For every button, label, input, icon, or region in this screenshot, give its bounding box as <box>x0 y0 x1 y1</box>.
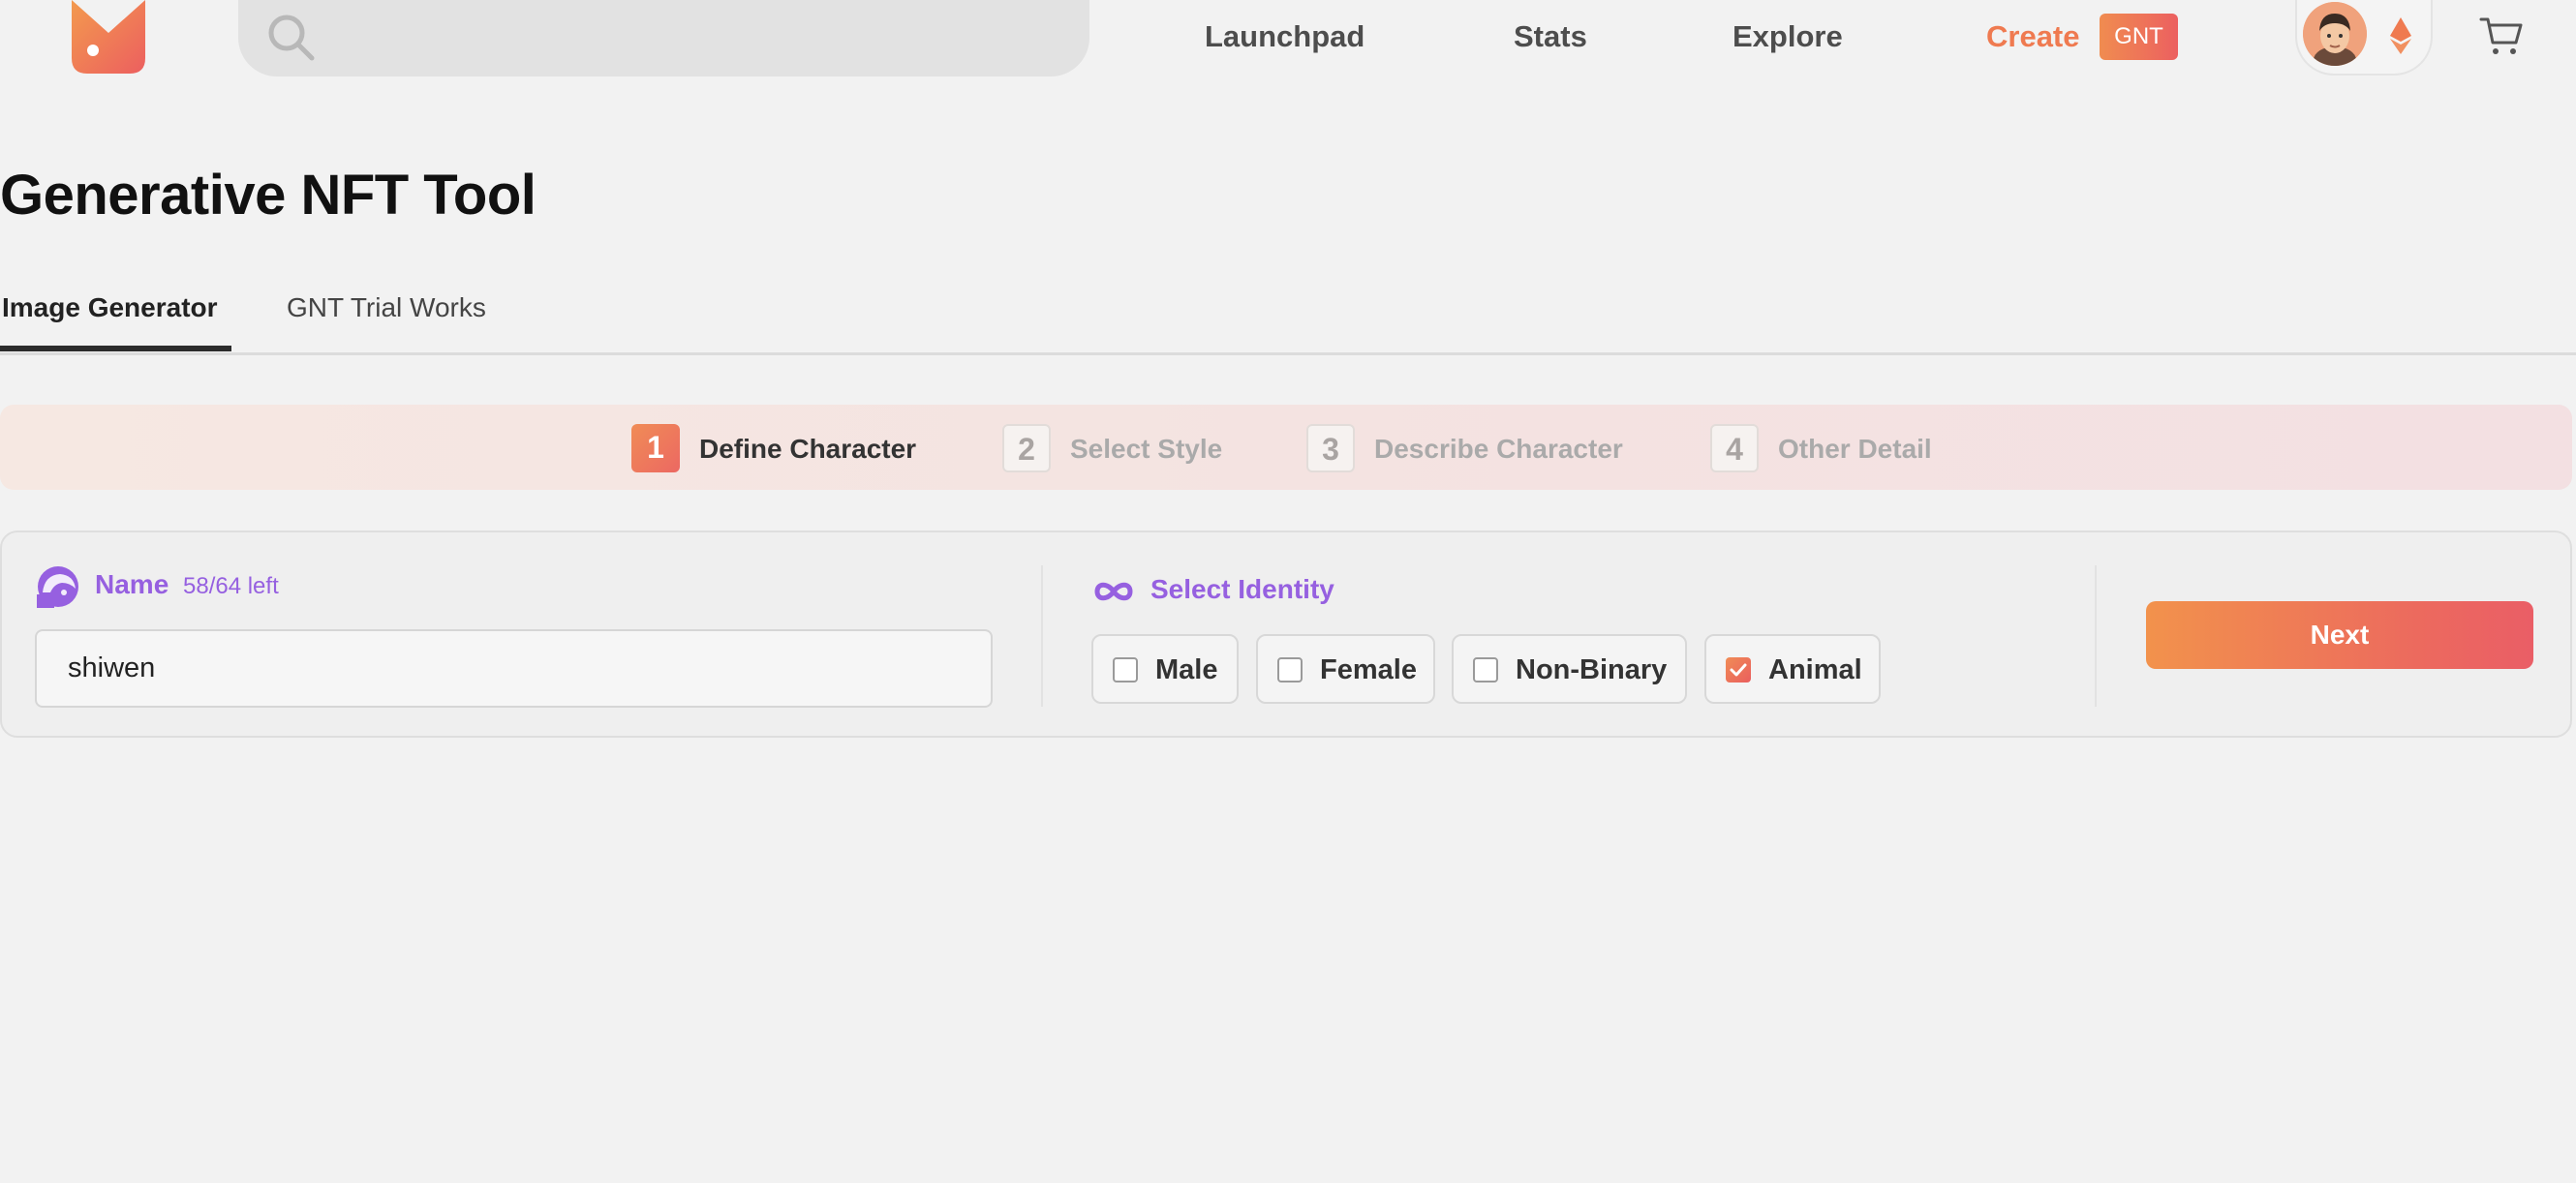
nav-launchpad[interactable]: Launchpad <box>1205 17 1365 56</box>
cart-icon[interactable] <box>2479 15 2524 58</box>
tab-image-generator[interactable]: Image Generator <box>2 290 218 329</box>
character-face-icon <box>37 565 79 608</box>
step-1-number: 1 <box>631 424 680 472</box>
name-field-label: Name <box>95 569 169 599</box>
identity-option-label: Animal <box>1768 654 1862 685</box>
infinity-icon <box>1092 577 1135 606</box>
identity-option-non-binary[interactable]: Non-Binary <box>1452 634 1687 704</box>
nav-stats[interactable]: Stats <box>1514 17 1587 56</box>
avatar[interactable] <box>2303 2 2367 66</box>
identity-option-label: Male <box>1155 654 1218 685</box>
next-button[interactable]: Next <box>2146 601 2533 669</box>
create-gnt-badge[interactable]: GNT <box>2100 14 2178 60</box>
nav-explore[interactable]: Explore <box>1733 17 1843 56</box>
nav-create[interactable]: Create <box>1986 17 2080 56</box>
brand-logo[interactable] <box>70 0 147 74</box>
search-icon <box>265 12 316 62</box>
step-progress-bar <box>0 405 2572 490</box>
step-2-label[interactable]: Select Style <box>1070 430 1222 469</box>
active-tab-indicator <box>0 346 231 351</box>
tabs-divider <box>0 352 2576 355</box>
divider-left <box>1041 565 1043 707</box>
identity-field-label: Select Identity <box>1150 574 1334 604</box>
identity-option-label: Non-Binary <box>1516 654 1668 685</box>
step-3-label[interactable]: Describe Character <box>1374 430 1623 469</box>
non-binary-checkbox[interactable] <box>1473 657 1498 682</box>
ethereum-icon <box>2390 17 2411 54</box>
step-4-number: 4 <box>1710 424 1759 472</box>
search-input[interactable] <box>238 0 1089 76</box>
name-input[interactable] <box>35 629 993 708</box>
female-checkbox[interactable] <box>1277 657 1303 682</box>
male-checkbox[interactable] <box>1113 657 1138 682</box>
step-2-number: 2 <box>1002 424 1051 472</box>
divider-right <box>2095 565 2097 707</box>
name-char-counter: 58/64 left <box>183 573 279 599</box>
page-title: Generative NFT Tool <box>0 164 537 227</box>
tab-gnt-trial-works[interactable]: GNT Trial Works <box>287 290 486 329</box>
step-1-label[interactable]: Define Character <box>699 430 916 469</box>
step-3-number: 3 <box>1306 424 1355 472</box>
identity-option-animal[interactable]: Animal <box>1704 634 1881 704</box>
top-navigation: Launchpad Stats Explore Create GNT <box>0 0 2576 77</box>
animal-checkbox[interactable] <box>1726 657 1751 682</box>
identity-option-label: Female <box>1320 654 1417 685</box>
checkmark-icon <box>1730 663 1747 677</box>
step-4-label[interactable]: Other Detail <box>1778 430 1932 469</box>
identity-option-female[interactable]: Female <box>1256 634 1435 704</box>
identity-option-male[interactable]: Male <box>1091 634 1239 704</box>
